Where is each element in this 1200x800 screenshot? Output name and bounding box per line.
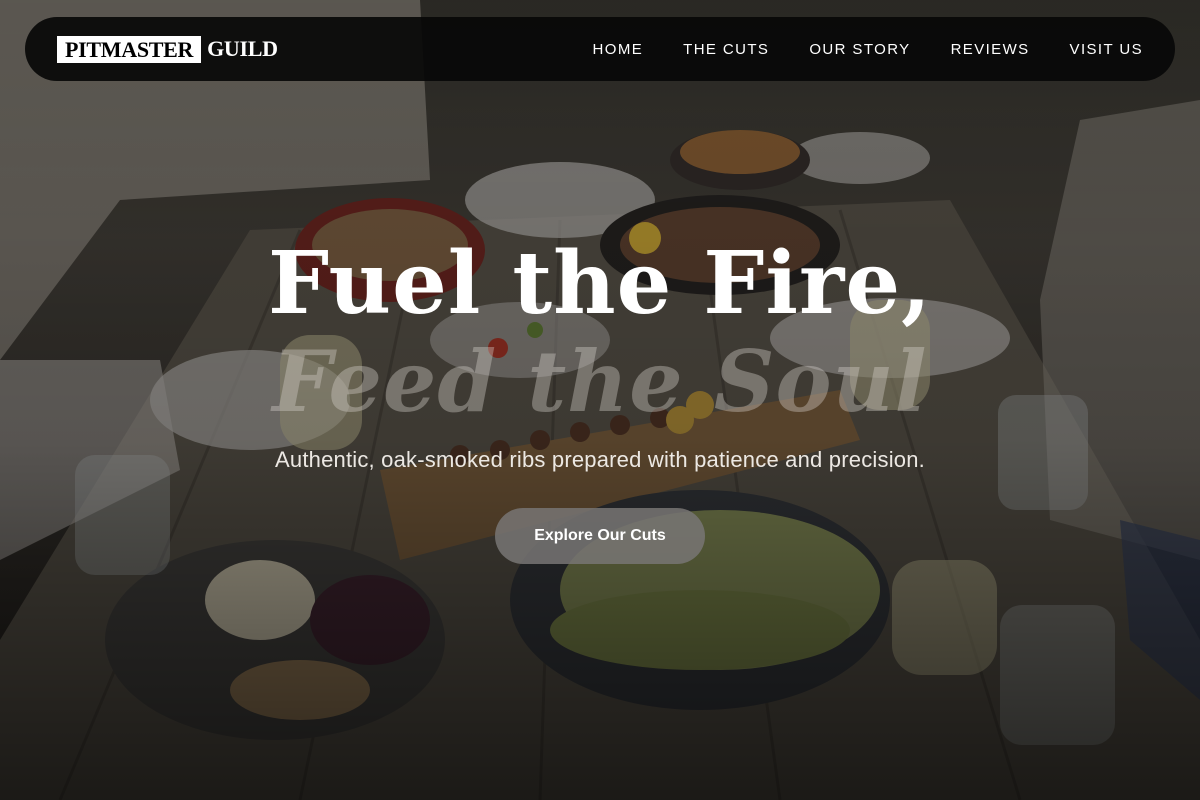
brand-logo[interactable]: PITMASTER GUILD [57, 35, 278, 63]
top-navbar: PITMASTER GUILD HOME THE CUTS OUR STORY … [25, 17, 1175, 81]
logo-text: GUILD [207, 36, 278, 61]
explore-cuts-button[interactable]: Explore Our Cuts [495, 508, 705, 564]
nav-link-home[interactable]: HOME [593, 41, 644, 58]
hero-subtitle: Feed the Soul [272, 332, 928, 431]
nav-link-visit-us[interactable]: VISIT US [1070, 41, 1143, 58]
nav-link-our-story[interactable]: OUR STORY [809, 41, 910, 58]
hero-tagline: Authentic, oak-smoked ribs prepared with… [275, 447, 925, 472]
nav-link-the-cuts[interactable]: THE CUTS [683, 41, 769, 58]
hero-title: Fuel the Fire, [268, 233, 932, 334]
nav-link-reviews[interactable]: REVIEWS [951, 41, 1030, 58]
logo-boxed-text: PITMASTER [57, 35, 202, 63]
nav-links: HOME THE CUTS OUR STORY REVIEWS VISIT US [553, 41, 1143, 58]
